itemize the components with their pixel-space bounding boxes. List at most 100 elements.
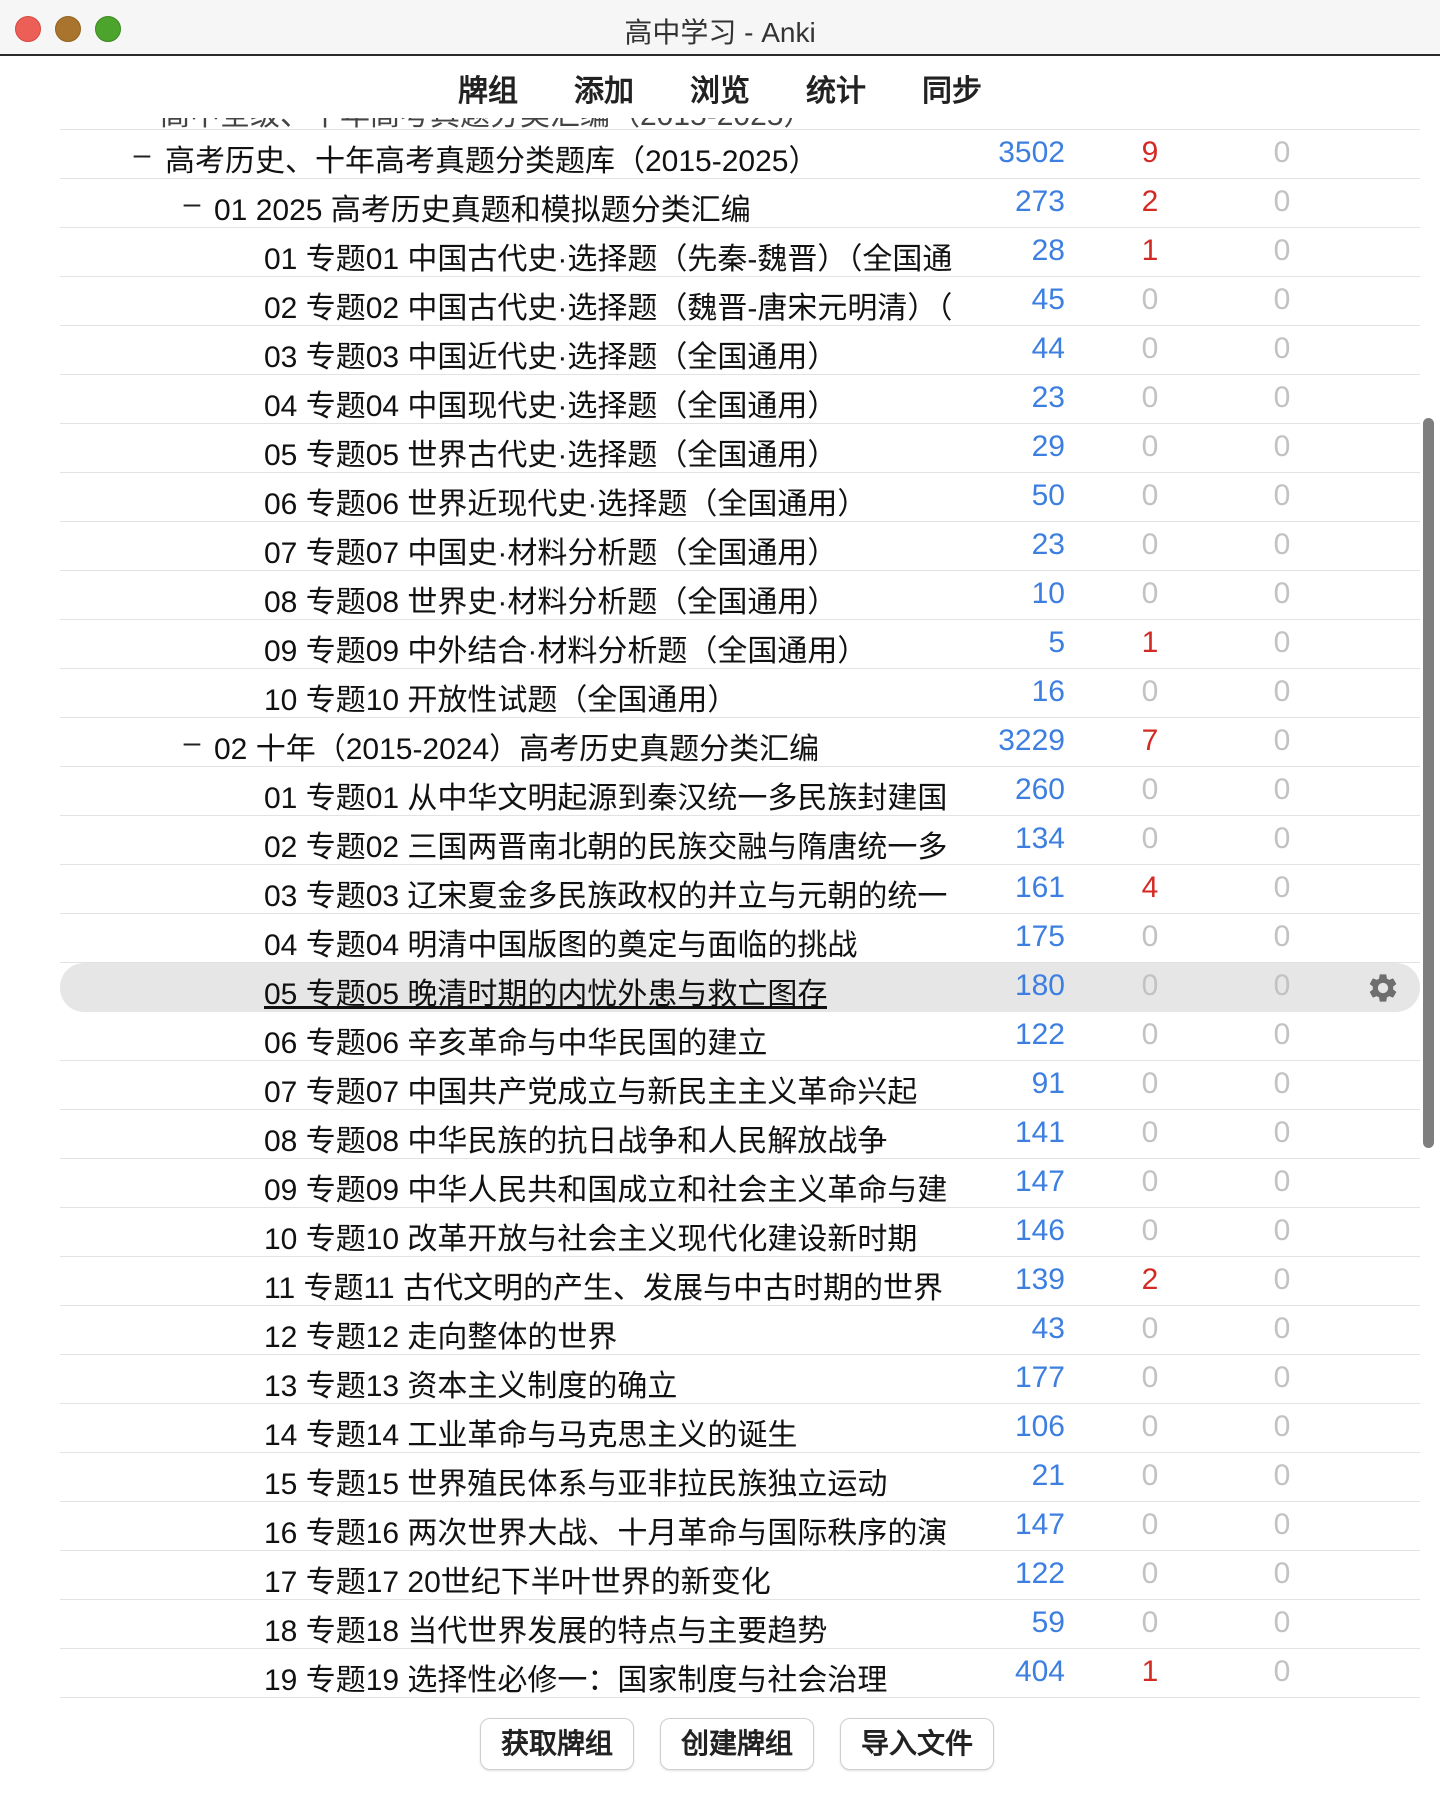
deck-name[interactable]: 04 专题04 中国现代史·选择题（全国通用） (264, 381, 837, 425)
learn-count: 0 (1141, 1606, 1159, 1639)
deck-name[interactable]: 15 专题15 世界殖民体系与亚非拉民族独立运动 (264, 1459, 887, 1503)
deck-name[interactable]: 高考历史、十年高考真题分类题库（2015-2025） (165, 136, 818, 180)
deck-name[interactable]: 07 专题07 中国史·材料分析题（全国通用） (264, 528, 837, 572)
deck-row[interactable]: 02 专题02 三国两晋南北朝的民族交融与隋唐统一多 134 0 0 (60, 816, 1420, 865)
due-count: 0 (1273, 969, 1291, 1002)
deck-row[interactable]: 07 专题07 中国共产党成立与新民主主义革命兴起 91 0 0 (60, 1061, 1420, 1110)
new-count: 177 (1014, 1361, 1065, 1394)
deck-row[interactable]: 07 专题07 中国史·材料分析题（全国通用） 23 0 0 (60, 522, 1420, 571)
deck-row[interactable]: 01 专题01 从中华文明起源到秦汉统一多民族封建国 260 0 0 (60, 767, 1420, 816)
deck-row[interactable]: 17 专题17 20世纪下半叶世界的新变化 122 0 0 (60, 1551, 1420, 1600)
deck-name[interactable]: 08 专题08 中华民族的抗日战争和人民解放战争 (264, 1116, 887, 1160)
toolbar-sync[interactable]: 同步 (894, 66, 1010, 110)
deck-name[interactable]: 11 专题11 古代文明的产生、发展与中古时期的世界 (264, 1263, 943, 1307)
deck-name[interactable]: 01 专题01 中国古代史·选择题（先秦-魏晋）（全国通 (264, 234, 952, 278)
new-count: 404 (1014, 1655, 1065, 1688)
deck-row[interactable]: 12 专题12 走向整体的世界 43 0 0 (60, 1306, 1420, 1355)
new-count: 44 (1031, 332, 1065, 365)
deck-name[interactable]: 06 专题06 世界近现代史·选择题（全国通用） (264, 479, 867, 523)
new-count: 23 (1031, 381, 1065, 414)
deck-row[interactable]: 19 专题19 选择性必修一：国家制度与社会治理 404 1 0 (60, 1649, 1420, 1698)
deck-name[interactable]: 05 专题05 世界古代史·选择题（全国通用） (264, 430, 837, 474)
toolbar-decks[interactable]: 牌组 (430, 66, 546, 110)
toolbar-stats[interactable]: 统计 (778, 66, 894, 110)
deck-row[interactable]: –02 十年（2015-2024）高考历史真题分类汇编 3229 7 0 (60, 718, 1420, 767)
deck-name[interactable]: 02 专题02 中国古代史·选择题（魏晋-唐宋元明清）（ (264, 283, 952, 327)
deck-row[interactable]: 04 专题04 中国现代史·选择题（全国通用） 23 0 0 (60, 375, 1420, 424)
deck-row[interactable]: 01 专题01 中国古代史·选择题（先秦-魏晋）（全国通 28 1 0 (60, 228, 1420, 277)
deck-row[interactable]: – 高考历史、十年高考真题分类题库（2015-2025） 3502 9 0 (60, 130, 1420, 179)
deck-row[interactable]: 13 专题13 资本主义制度的确立 177 0 0 (60, 1355, 1420, 1404)
deck-name[interactable]: 09 专题09 中外结合·材料分析题（全国通用） (264, 626, 867, 670)
new-count: 21 (1031, 1459, 1065, 1492)
new-count: 180 (1014, 969, 1065, 1002)
deck-row[interactable]: 14 专题14 工业革命与马克思主义的诞生 106 0 0 (60, 1404, 1420, 1453)
deck-name[interactable]: 19 专题19 选择性必修一：国家制度与社会治理 (264, 1655, 887, 1698)
deck-name[interactable]: 07 专题07 中国共产党成立与新民主主义革命兴起 (264, 1067, 917, 1111)
deck-name[interactable]: 01 专题01 从中华文明起源到秦汉统一多民族封建国 (264, 773, 947, 817)
due-count: 0 (1273, 1263, 1291, 1296)
deck-name[interactable]: 02 专题02 三国两晋南北朝的民族交融与隋唐统一多 (264, 822, 947, 866)
deck-name[interactable]: 12 专题12 走向整体的世界 (264, 1312, 617, 1356)
learn-count: 0 (1141, 381, 1159, 414)
due-count: 0 (1273, 1214, 1291, 1247)
deck-name[interactable]: 13 专题13 资本主义制度的确立 (264, 1361, 677, 1405)
deck-name[interactable]: 06 专题06 辛亥革命与中华民国的建立 (264, 1018, 767, 1062)
deck-name[interactable]: 17 专题17 20世纪下半叶世界的新变化 (264, 1557, 771, 1601)
deck-row[interactable]: 02 专题02 中国古代史·选择题（魏晋-唐宋元明清）（ 45 0 0 (60, 277, 1420, 326)
create-deck-button[interactable]: 创建牌组 (660, 1718, 814, 1770)
deck-name[interactable]: 05 专题05 晚清时期的内忧外患与救亡图存 (264, 969, 827, 1013)
collapse-toggle[interactable]: – (180, 187, 204, 221)
toolbar-add[interactable]: 添加 (546, 66, 662, 110)
deck-name[interactable]: 01 2025 高考历史真题和模拟题分类汇编 (214, 185, 751, 229)
deck-row[interactable]: 06 专题06 辛亥革命与中华民国的建立 122 0 0 (60, 1012, 1420, 1061)
scrollbar-thumb[interactable] (1423, 418, 1434, 1148)
get-shared-button[interactable]: 获取牌组 (480, 1718, 634, 1770)
deck-row[interactable]: 09 专题09 中外结合·材料分析题（全国通用） 5 1 0 (60, 620, 1420, 669)
deck-name[interactable]: 09 专题09 中华人民共和国成立和社会主义革命与建 (264, 1165, 947, 1209)
new-count: 273 (1014, 185, 1065, 218)
deck-name[interactable]: 10 专题10 改革开放与社会主义现代化建设新时期 (264, 1214, 917, 1258)
import-file-button[interactable]: 导入文件 (840, 1718, 994, 1770)
deck-row[interactable]: 10 专题10 改革开放与社会主义现代化建设新时期 146 0 0 (60, 1208, 1420, 1257)
deck-list: 高中全级、十年高考真题分类汇编（2015-2025） –高考历史、十年高考真题分… (0, 118, 1440, 1698)
deck-row[interactable]: 15 专题15 世界殖民体系与亚非拉民族独立运动 21 0 0 (60, 1453, 1420, 1502)
deck-row[interactable]: –01 2025 高考历史真题和模拟题分类汇编 273 2 0 (60, 179, 1420, 228)
new-count: 16 (1031, 675, 1065, 708)
deck-row[interactable]: 10 专题10 开放性试题（全国通用） 16 0 0 (60, 669, 1420, 718)
deck-name[interactable]: 04 专题04 明清中国版图的奠定与面临的挑战 (264, 920, 857, 964)
deck-row[interactable]: 08 专题08 中华民族的抗日战争和人民解放战争 141 0 0 (60, 1110, 1420, 1159)
deck-row[interactable]: 06 专题06 世界近现代史·选择题（全国通用） 50 0 0 (60, 473, 1420, 522)
new-count: 3502 (998, 136, 1065, 169)
deck-row[interactable]: 09 专题09 中华人民共和国成立和社会主义革命与建 147 0 0 (60, 1159, 1420, 1208)
deck-row[interactable]: 04 专题04 明清中国版图的奠定与面临的挑战 175 0 0 (60, 914, 1420, 963)
deck-row[interactable]: 03 专题03 辽宋夏金多民族政权的并立与元朝的统一 161 4 0 (60, 865, 1420, 914)
deck-name[interactable]: 10 专题10 开放性试题（全国通用） (264, 675, 737, 719)
deck-name[interactable]: 16 专题16 两次世界大战、十月革命与国际秩序的演 (264, 1508, 947, 1552)
learn-count: 0 (1141, 920, 1159, 953)
deck-row[interactable]: 11 专题11 古代文明的产生、发展与中古时期的世界 139 2 0 (60, 1257, 1420, 1306)
deck-name[interactable]: 18 专题18 当代世界发展的特点与主要趋势 (264, 1606, 827, 1650)
deck-row[interactable]: 16 专题16 两次世界大战、十月革命与国际秩序的演 147 0 0 (60, 1502, 1420, 1551)
deck-row[interactable]: 08 专题08 世界史·材料分析题（全国通用） 10 0 0 (60, 571, 1420, 620)
collapse-toggle[interactable]: – (180, 726, 204, 760)
deck-row-partial[interactable]: 高中全级、十年高考真题分类汇编（2015-2025） (60, 118, 1420, 130)
gear-icon[interactable] (1366, 971, 1400, 1005)
deck-row[interactable]: 05 专题05 世界古代史·选择题（全国通用） 29 0 0 (60, 424, 1420, 473)
deck-row[interactable]: 05 专题05 晚清时期的内忧外患与救亡图存 180 0 0 (60, 963, 1420, 1012)
deck-name[interactable]: 14 专题14 工业革命与马克思主义的诞生 (264, 1410, 797, 1454)
deck-row[interactable]: 18 专题18 当代世界发展的特点与主要趋势 59 0 0 (60, 1600, 1420, 1649)
new-count: 28 (1031, 234, 1065, 267)
toolbar-browse[interactable]: 浏览 (662, 66, 778, 110)
deck-row[interactable]: 03 专题03 中国近代史·选择题（全国通用） 44 0 0 (60, 326, 1420, 375)
deck-name[interactable]: 03 专题03 中国近代史·选择题（全国通用） (264, 332, 837, 376)
learn-count: 0 (1141, 1067, 1159, 1100)
new-count: 134 (1014, 822, 1065, 855)
deck-name[interactable]: 03 专题03 辽宋夏金多民族政权的并立与元朝的统一 (264, 871, 947, 915)
new-count: 146 (1014, 1214, 1065, 1247)
collapse-toggle[interactable]: – (130, 138, 154, 172)
deck-name[interactable]: 08 专题08 世界史·材料分析题（全国通用） (264, 577, 837, 621)
deck-name[interactable]: 02 十年（2015-2024）高考历史真题分类汇编 (214, 724, 819, 768)
learn-count: 0 (1141, 1214, 1159, 1247)
learn-count: 0 (1141, 528, 1159, 561)
